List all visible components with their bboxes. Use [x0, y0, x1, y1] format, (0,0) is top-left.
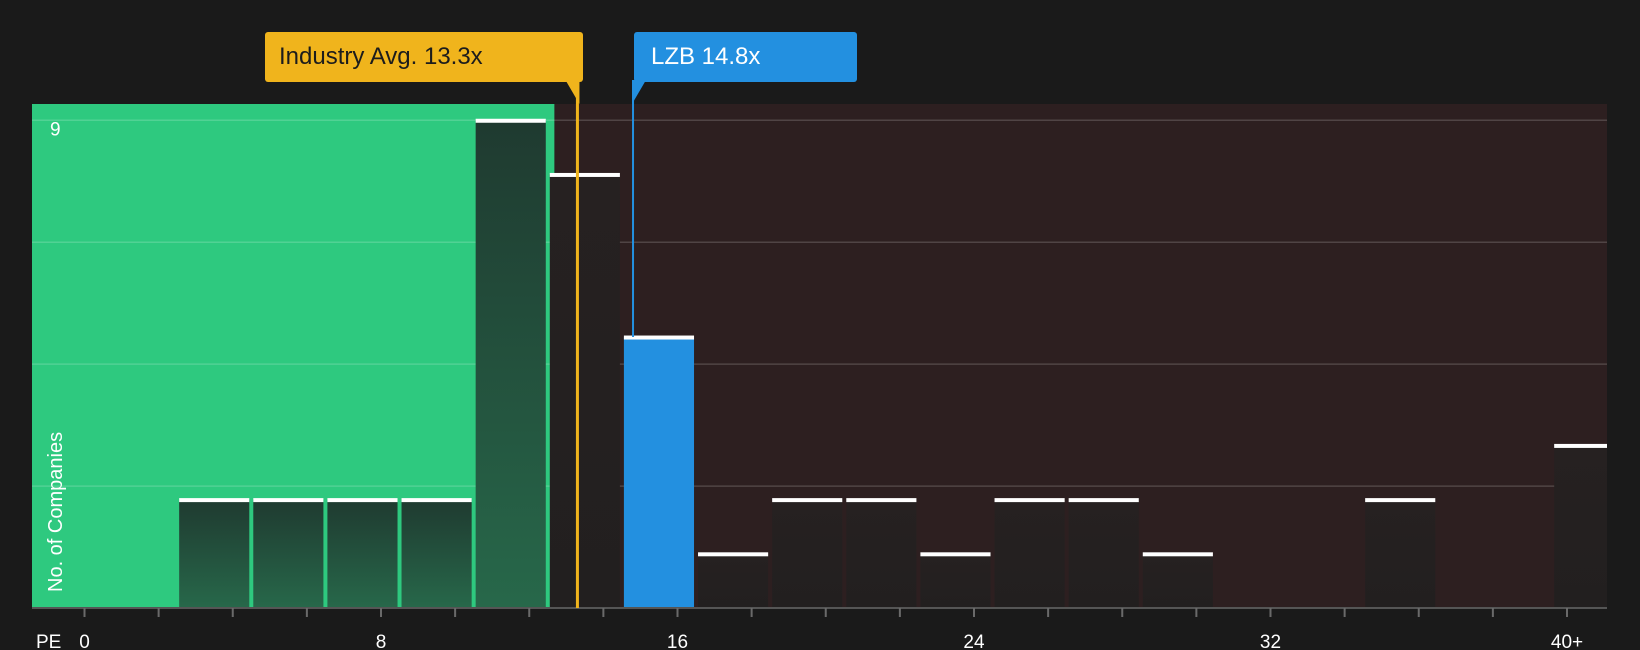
bar-13	[1142, 553, 1213, 608]
bar-10	[920, 553, 991, 608]
x-axis-title: PE	[36, 632, 61, 650]
bar-11	[994, 499, 1065, 608]
company-pe-callout: LZB 14.8x	[634, 32, 857, 82]
x-tick-label-0: 0	[79, 632, 90, 650]
bar-top-13	[1142, 552, 1213, 557]
bar-5	[549, 174, 620, 609]
y-tick-label-0: 9	[50, 119, 61, 140]
bar-top-1	[253, 498, 324, 503]
bar-15	[1554, 445, 1607, 608]
industry-average-callout: Industry Avg. 13.3x	[265, 32, 583, 82]
bar-top-15	[1554, 443, 1607, 448]
bar-top-6	[623, 335, 695, 340]
bar-top-8	[772, 498, 843, 503]
x-tick-label-4: 32	[1260, 632, 1281, 650]
bar-0	[179, 499, 250, 608]
bar-7	[698, 553, 769, 608]
bar-top-2	[327, 498, 398, 503]
company-callout-pointer	[632, 80, 647, 104]
bar-top-11	[994, 498, 1065, 503]
bar-top-9	[846, 498, 917, 503]
bar-top-4	[475, 118, 546, 123]
industry-callout-pointer	[565, 80, 580, 104]
bar-1	[253, 499, 324, 608]
bar-3	[401, 499, 472, 608]
y-axis-title: No. of Companies	[45, 432, 67, 592]
bar-4	[475, 120, 546, 609]
bar-top-10	[920, 552, 991, 557]
x-tick-label-3: 24	[963, 632, 985, 650]
pe-distribution-chart: 0 8 16 24 32 40+ PE 9 No. of Companies Industry …	[0, 0, 1640, 650]
bar-6	[623, 337, 695, 608]
bar-top-0	[179, 498, 250, 503]
bar-top-14	[1365, 498, 1436, 503]
bar-14	[1365, 499, 1436, 608]
x-tick-label-2: 16	[667, 632, 688, 650]
bar-12	[1068, 499, 1139, 608]
x-tick-label-5: 40+	[1551, 632, 1583, 650]
bar-8	[772, 499, 843, 608]
bar-top-7	[698, 552, 769, 557]
x-tick-label-1: 8	[376, 632, 387, 650]
bar-9	[846, 499, 917, 608]
bar-2	[327, 499, 398, 608]
bar-top-3	[401, 498, 472, 503]
bar-top-12	[1068, 498, 1139, 503]
bar-top-5	[549, 172, 620, 177]
chart-canvas: 0 8 16 24 32 40+ PE 9 No. of Companies	[32, 80, 1607, 650]
